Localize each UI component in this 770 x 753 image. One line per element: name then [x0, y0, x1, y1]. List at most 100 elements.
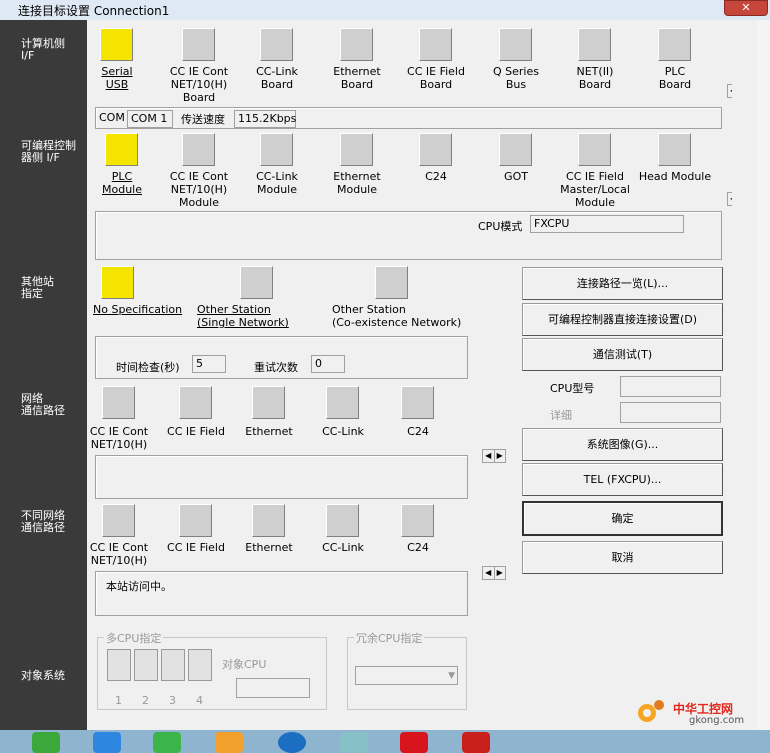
e-app-icon[interactable]	[400, 732, 428, 753]
cpu-mode-box: CPU模式 FXCPU	[95, 211, 722, 260]
ccie-field-master-icon[interactable]	[578, 133, 611, 166]
network-route-box	[95, 455, 468, 499]
scroll-right-icon[interactable]: ▶	[495, 450, 506, 462]
background-window-edge	[757, 20, 770, 730]
route-icon-4[interactable]	[401, 386, 434, 419]
ccie-cont-module-icon[interactable]	[182, 133, 215, 166]
multi-cpu-group: 多CPU指定 1 2 3 4 对象CPU	[97, 630, 327, 710]
scroll-left-icon[interactable]: ◀	[483, 450, 495, 462]
label-diff-network-route: 不同网络 通信路径	[21, 509, 65, 534]
route-list-button[interactable]: 连接路径一览(L)...	[522, 267, 723, 300]
q-series-bus-icon[interactable]	[499, 28, 532, 61]
cloud-app-icon[interactable]	[93, 732, 121, 753]
watermark-url: gkong.com	[689, 715, 745, 726]
timing-box: 时间检查(秒) 5 重试次数 0	[95, 336, 468, 379]
diff-route-icon-2[interactable]	[252, 504, 285, 537]
plc-label-7[interactable]: Head Module	[620, 170, 730, 183]
direct-connect-button[interactable]: 可编程控制器直接连接设置(D)	[522, 303, 723, 336]
time-check-label: 时间检查(秒)	[116, 361, 180, 374]
video-app-icon[interactable]	[153, 732, 181, 753]
cclink-module-icon[interactable]	[260, 133, 293, 166]
speed-field[interactable]: 115.2Kbps	[234, 110, 296, 128]
color-app-icon[interactable]	[215, 732, 243, 753]
tool-app-icon[interactable]	[340, 732, 368, 753]
close-button[interactable]: ✕	[724, 0, 768, 16]
redundant-cpu-group: 冗余CPU指定 ▼	[347, 630, 467, 710]
label-pc-if: 计算机侧 I/F	[21, 37, 65, 62]
main-panel: ◀▶ COM COM 1 传送速度 115.2Kbps ◀▶ CPU模式 FXC…	[87, 20, 751, 730]
other-station-label-0[interactable]: No Specification	[93, 303, 183, 316]
cclink-board-icon[interactable]	[260, 28, 293, 61]
cpu-mode-label: CPU模式	[478, 220, 523, 233]
cpu-slot-4[interactable]	[188, 649, 212, 681]
label-target-system: 对象系统	[21, 669, 65, 682]
detail-field[interactable]	[620, 402, 721, 423]
ethernet-board-icon[interactable]	[340, 28, 373, 61]
tel-button[interactable]: TEL (FXCPU)...	[522, 463, 723, 496]
label-plc-if: 可编程控制 器侧 I/F	[21, 139, 76, 164]
browser-ie-icon[interactable]	[32, 732, 60, 753]
ethernet-module-icon[interactable]	[340, 133, 373, 166]
retry-field[interactable]: 0	[311, 355, 345, 373]
cpu-slot-3[interactable]	[161, 649, 185, 681]
ccie-field-board-icon[interactable]	[419, 28, 452, 61]
coexistence-network-icon[interactable]	[375, 266, 408, 299]
access-box: 本站访问中。	[95, 571, 468, 616]
system-image-button[interactable]: 系统图像(G)...	[522, 428, 723, 461]
route-icon-3[interactable]	[326, 386, 359, 419]
serial-usb-icon[interactable]	[100, 28, 133, 61]
route-label-4[interactable]: C24	[363, 425, 473, 438]
cpu-mode-field[interactable]: FXCPU	[530, 215, 684, 233]
route-icon-2[interactable]	[252, 386, 285, 419]
watermark: 中华工控网 gkong.com	[633, 697, 763, 727]
pc-label-7[interactable]: PLC Board	[620, 65, 730, 91]
plc-module-icon[interactable]	[105, 133, 138, 166]
net2-board-icon[interactable]	[578, 28, 611, 61]
speed-label: 传送速度	[181, 113, 225, 126]
head-module-icon[interactable]	[658, 133, 691, 166]
time-check-field[interactable]: 5	[192, 355, 226, 373]
label-network-route: 网络 通信路径	[21, 392, 65, 417]
k-app-icon[interactable]	[278, 732, 306, 753]
cpu-type-field[interactable]	[620, 376, 721, 397]
title-bar: 连接目标设置 Connection1 ✕	[0, 0, 770, 20]
cpu-slot-2[interactable]	[134, 649, 158, 681]
com-row: COM COM 1 传送速度 115.2Kbps	[95, 107, 722, 129]
cpu-slot-1[interactable]	[107, 649, 131, 681]
access-text: 本站访问中。	[106, 580, 172, 593]
scroll-left-icon[interactable]: ◀	[483, 567, 495, 579]
comm-test-button[interactable]: 通信测试(T)	[522, 338, 723, 371]
diff-route-scroll[interactable]: ◀ ▶	[482, 566, 506, 580]
diff-route-icon-3[interactable]	[326, 504, 359, 537]
c24-icon[interactable]	[419, 133, 452, 166]
route-icon-1[interactable]	[179, 386, 212, 419]
route-icon-0[interactable]	[102, 386, 135, 419]
diff-route-icon-0[interactable]	[102, 504, 135, 537]
diff-route-icon-1[interactable]	[179, 504, 212, 537]
scroll-right-icon[interactable]: ▶	[495, 567, 506, 579]
cancel-button[interactable]: 取消	[522, 541, 723, 574]
redundant-cpu-select[interactable]: ▼	[355, 666, 458, 685]
left-label-panel: 计算机侧 I/F 可编程控制 器侧 I/F 其他站 指定 网络 通信路径 不同网…	[15, 20, 87, 730]
com-port-field[interactable]: COM 1	[127, 110, 173, 128]
window-title: 连接目标设置 Connection1	[18, 4, 170, 18]
other-station-label-1[interactable]: Other Station (Single Network)	[197, 303, 317, 329]
chevron-down-icon: ▼	[448, 671, 455, 681]
ccie-cont-board-icon[interactable]	[182, 28, 215, 61]
route-scroll[interactable]: ◀ ▶	[482, 449, 506, 463]
multi-cpu-title: 多CPU指定	[104, 630, 164, 646]
no-spec-icon[interactable]	[101, 266, 134, 299]
ok-button[interactable]: 确定	[522, 501, 723, 536]
single-network-icon[interactable]	[240, 266, 273, 299]
plc-board-icon[interactable]	[658, 28, 691, 61]
t-app-icon[interactable]	[462, 732, 490, 753]
cpu-slot-num-1: 1	[115, 694, 122, 707]
com-label: COM	[99, 111, 125, 124]
diff-route-icon-4[interactable]	[401, 504, 434, 537]
taskbar	[0, 730, 770, 753]
other-station-label-2[interactable]: Other Station (Co-existence Network)	[332, 303, 472, 329]
target-cpu-field[interactable]	[236, 678, 310, 698]
got-icon[interactable]	[499, 133, 532, 166]
diff-route-label-4[interactable]: C24	[363, 541, 473, 554]
gear-logo-icon	[638, 700, 664, 722]
